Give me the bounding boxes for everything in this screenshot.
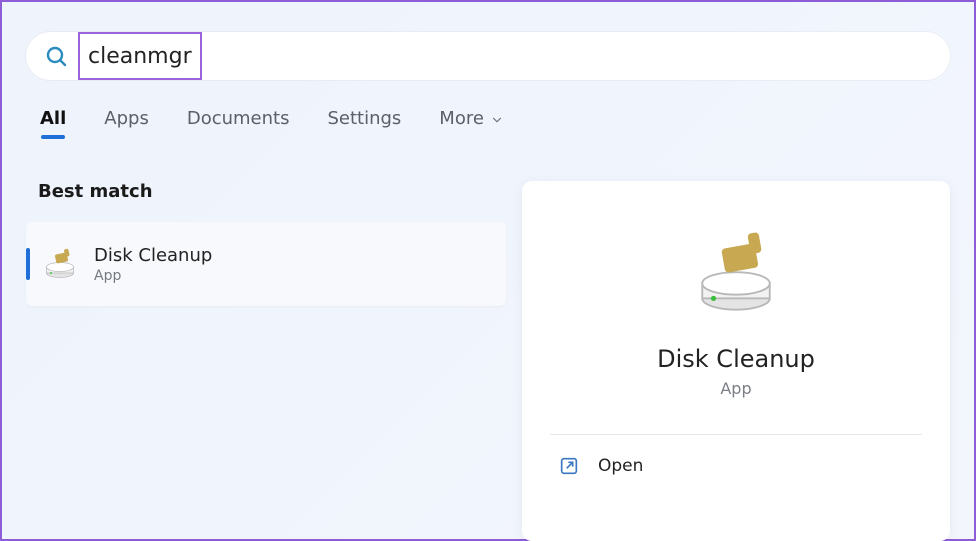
tab-all[interactable]: All: [40, 108, 66, 139]
disk-cleanup-icon: [42, 246, 78, 282]
filter-tabs: All Apps Documents Settings More: [40, 108, 950, 139]
tab-settings[interactable]: Settings: [327, 108, 401, 139]
tab-more[interactable]: More: [439, 108, 504, 139]
tab-label: Settings: [327, 108, 401, 129]
search-bar[interactable]: cleanmgr: [26, 32, 950, 80]
tab-underline: [41, 135, 65, 139]
best-match-heading: Best match: [38, 181, 506, 202]
detail-subtitle: App: [720, 379, 751, 398]
detail-panel: Disk Cleanup App Open: [522, 181, 950, 541]
open-action[interactable]: Open: [550, 435, 922, 477]
open-label: Open: [598, 456, 643, 476]
result-subtitle: App: [94, 268, 212, 284]
tab-label: Apps: [104, 108, 149, 129]
disk-cleanup-icon: [691, 229, 781, 319]
detail-title: Disk Cleanup: [657, 345, 815, 373]
result-title: Disk Cleanup: [94, 245, 212, 266]
search-input[interactable]: cleanmgr: [78, 32, 202, 80]
search-icon: [44, 44, 68, 68]
tab-documents[interactable]: Documents: [187, 108, 290, 139]
tab-apps[interactable]: Apps: [104, 108, 149, 139]
chevron-down-icon: [490, 113, 504, 127]
results-column: Best match Disk Cleanup App: [26, 181, 506, 306]
selection-accent: [26, 248, 30, 280]
tab-label: More: [439, 108, 484, 129]
tab-label: All: [40, 108, 66, 129]
open-external-icon: [558, 455, 580, 477]
tab-label: Documents: [187, 108, 290, 129]
result-disk-cleanup[interactable]: Disk Cleanup App: [26, 222, 506, 306]
